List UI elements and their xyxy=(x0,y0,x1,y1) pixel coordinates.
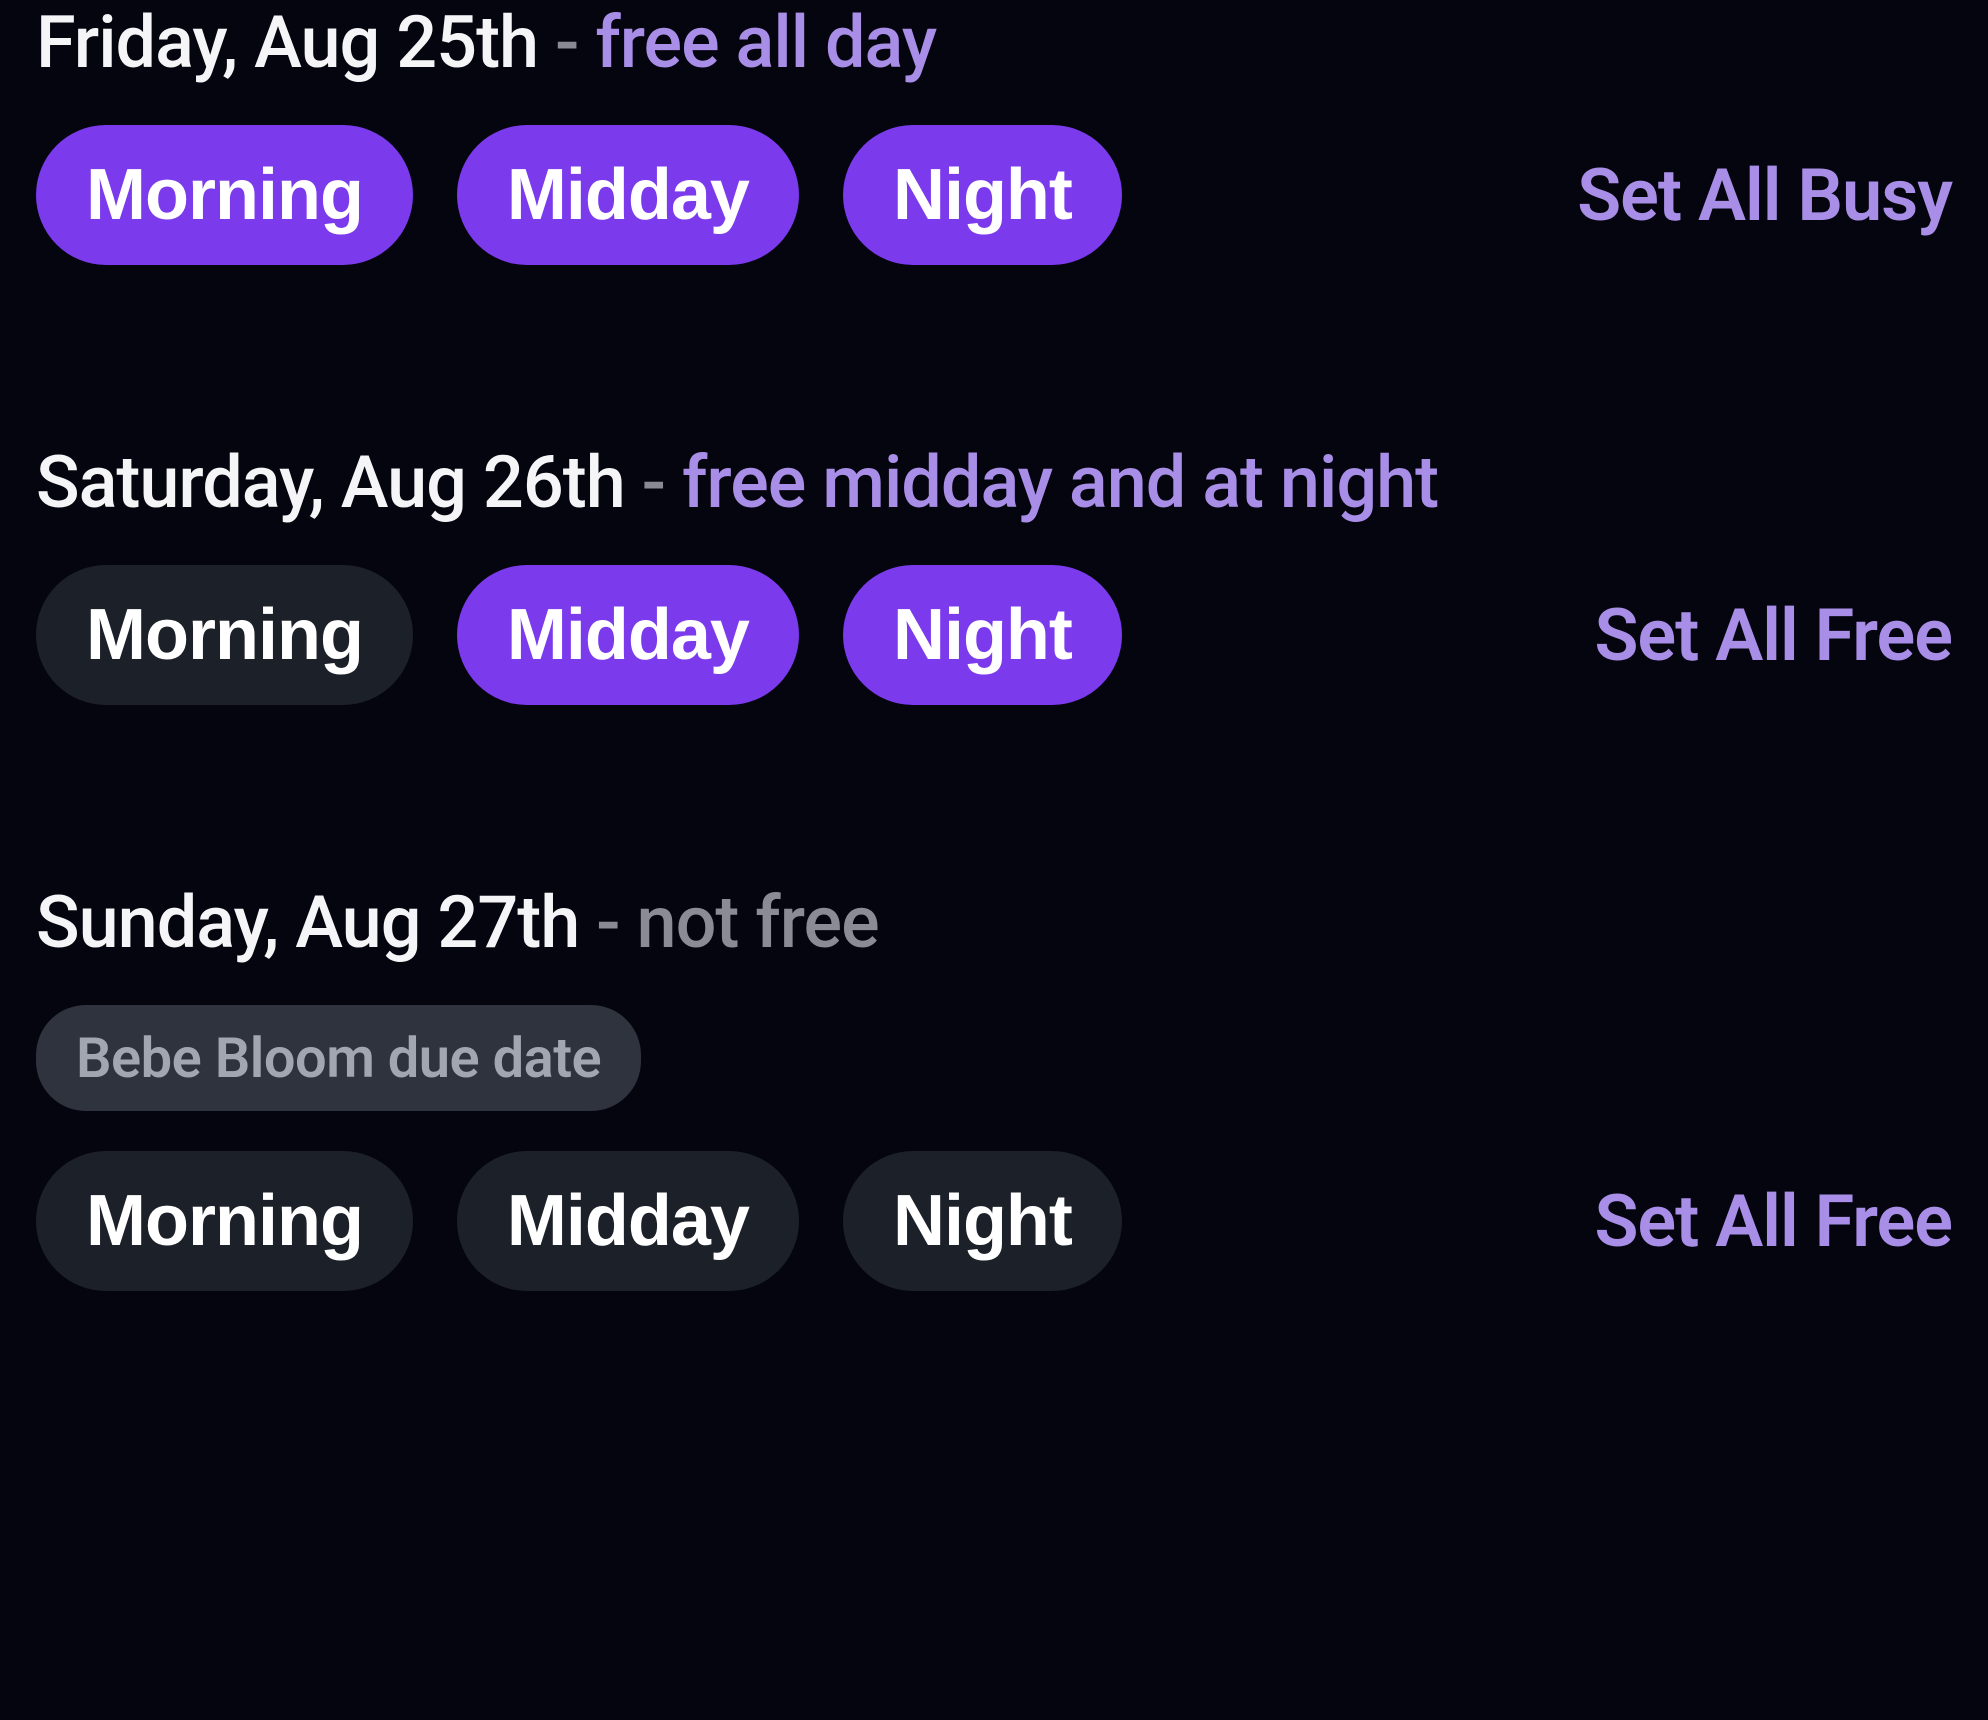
slot-button-night[interactable]: Night xyxy=(843,1151,1122,1291)
day-block: Friday, Aug 25th - free all day Morning Mi… xyxy=(36,0,1952,265)
event-chip[interactable]: Bebe Bloom due date xyxy=(36,1005,641,1111)
toggle-all-button[interactable]: Set All Free xyxy=(1594,1179,1952,1264)
toggle-all-button[interactable]: Set All Free xyxy=(1594,593,1952,678)
slots-row: Morning Midday Night Set All Busy xyxy=(36,125,1952,265)
slot-button-midday[interactable]: Midday xyxy=(457,565,799,705)
slot-button-midday[interactable]: Midday xyxy=(457,125,799,265)
separator: - xyxy=(625,440,682,525)
day-header: Sunday, Aug 27th - not free xyxy=(36,880,1952,965)
slot-button-night[interactable]: Night xyxy=(843,125,1122,265)
day-block: Sunday, Aug 27th - not free Bebe Bloom du… xyxy=(36,880,1952,1291)
toggle-all-button[interactable]: Set All Busy xyxy=(1577,153,1952,238)
date-label: Sunday, Aug 27th xyxy=(36,880,579,965)
date-label: Friday, Aug 25th xyxy=(36,0,538,85)
slot-button-night[interactable]: Night xyxy=(843,565,1122,705)
separator: - xyxy=(538,0,595,85)
slots-row: Morning Midday Night Set All Free xyxy=(36,565,1952,705)
slot-button-morning[interactable]: Morning xyxy=(36,1151,413,1291)
availability-status: free midday and at night xyxy=(682,440,1438,525)
day-block: Saturday, Aug 26th - free midday and at … xyxy=(36,440,1952,705)
slots-row: Morning Midday Night Set All Free xyxy=(36,1151,1952,1291)
slot-button-morning[interactable]: Morning xyxy=(36,565,413,705)
day-header: Friday, Aug 25th - free all day xyxy=(36,0,1952,85)
slot-button-morning[interactable]: Morning xyxy=(36,125,413,265)
separator: - xyxy=(579,880,636,965)
event-row: Bebe Bloom due date xyxy=(36,1005,1952,1111)
slot-button-midday[interactable]: Midday xyxy=(457,1151,799,1291)
availability-status: not free xyxy=(637,880,879,965)
day-header: Saturday, Aug 26th - free midday and at … xyxy=(36,440,1952,525)
availability-status: free all day xyxy=(595,0,936,85)
date-label: Saturday, Aug 26th xyxy=(36,440,625,525)
